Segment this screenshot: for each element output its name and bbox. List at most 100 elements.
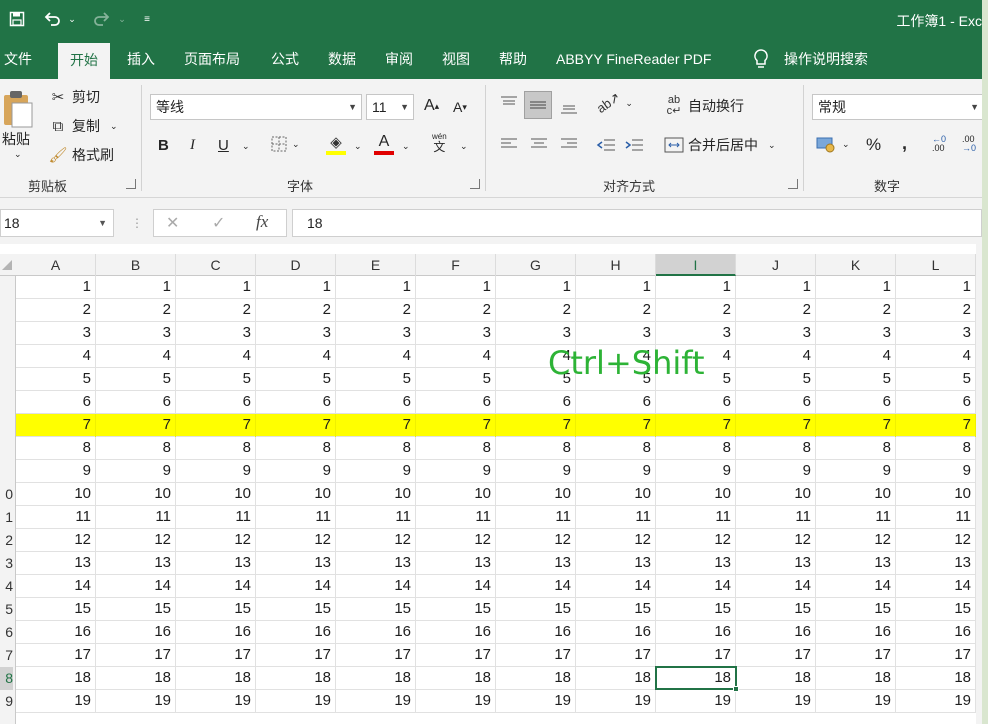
- cell-c[interactable]: 15: [176, 598, 256, 621]
- borders-button[interactable]: ⌄: [270, 135, 300, 153]
- cell-a[interactable]: 18: [16, 667, 96, 690]
- cell-k[interactable]: 15: [816, 598, 896, 621]
- cell-c[interactable]: 13: [176, 552, 256, 575]
- column-header-l[interactable]: L: [896, 254, 976, 276]
- cell-f[interactable]: 18: [416, 667, 496, 690]
- cell-k[interactable]: 16: [816, 621, 896, 644]
- row-header[interactable]: 5: [0, 598, 13, 621]
- cell-h[interactable]: 1: [576, 276, 656, 299]
- save-icon[interactable]: [6, 8, 28, 30]
- cell-e[interactable]: 9: [336, 460, 416, 483]
- row-header[interactable]: 2: [0, 529, 13, 552]
- cell-h[interactable]: 10: [576, 483, 656, 506]
- cell-j[interactable]: 17: [736, 644, 816, 667]
- cell-d[interactable]: 9: [256, 460, 336, 483]
- cell-b[interactable]: 15: [96, 598, 176, 621]
- cell-a[interactable]: 6: [16, 391, 96, 414]
- font-size-select[interactable]: 11 ▼: [366, 94, 414, 120]
- fill-handle[interactable]: [733, 686, 739, 692]
- cell-b[interactable]: 10: [96, 483, 176, 506]
- cell-c[interactable]: 2: [176, 299, 256, 322]
- cell-c[interactable]: 1: [176, 276, 256, 299]
- row-header[interactable]: 1: [0, 506, 13, 529]
- cell-k[interactable]: 6: [816, 391, 896, 414]
- cell-j[interactable]: 1: [736, 276, 816, 299]
- cell-k[interactable]: 1: [816, 276, 896, 299]
- cell-d[interactable]: 5: [256, 368, 336, 391]
- cell-f[interactable]: 6: [416, 391, 496, 414]
- font-launcher-icon[interactable]: [470, 179, 480, 189]
- align-center-button[interactable]: [530, 137, 548, 151]
- cell-f[interactable]: 7: [416, 414, 496, 437]
- cell-k[interactable]: 3: [816, 322, 896, 345]
- cell-j[interactable]: 16: [736, 621, 816, 644]
- cell-c[interactable]: 16: [176, 621, 256, 644]
- cell-e[interactable]: 1: [336, 276, 416, 299]
- cell-e[interactable]: 11: [336, 506, 416, 529]
- cell-h[interactable]: 3: [576, 322, 656, 345]
- cell-c[interactable]: 6: [176, 391, 256, 414]
- cell-j[interactable]: 8: [736, 437, 816, 460]
- row-header[interactable]: [0, 345, 13, 368]
- increase-indent-button[interactable]: [624, 137, 644, 153]
- cell-h[interactable]: 19: [576, 690, 656, 713]
- column-header-j[interactable]: J: [736, 254, 816, 276]
- row-header[interactable]: 7: [0, 644, 13, 667]
- alignment-launcher-icon[interactable]: [788, 179, 798, 189]
- cell-e[interactable]: 17: [336, 644, 416, 667]
- cell-j[interactable]: 14: [736, 575, 816, 598]
- formula-input[interactable]: 18: [292, 209, 982, 237]
- cell-l[interactable]: 7: [896, 414, 976, 437]
- cell-h[interactable]: 12: [576, 529, 656, 552]
- cell-i[interactable]: 2: [656, 299, 736, 322]
- cell-c[interactable]: 8: [176, 437, 256, 460]
- cell-h[interactable]: 16: [576, 621, 656, 644]
- cell-l[interactable]: 5: [896, 368, 976, 391]
- cell-a[interactable]: 2: [16, 299, 96, 322]
- cell-g[interactable]: 10: [496, 483, 576, 506]
- cell-d[interactable]: 3: [256, 322, 336, 345]
- cell-b[interactable]: 18: [96, 667, 176, 690]
- cell-l[interactable]: 12: [896, 529, 976, 552]
- cell-j[interactable]: 3: [736, 322, 816, 345]
- row-header[interactable]: 3: [0, 552, 13, 575]
- accounting-format-button[interactable]: ⌄: [816, 135, 850, 153]
- cell-b[interactable]: 3: [96, 322, 176, 345]
- cell-f[interactable]: 15: [416, 598, 496, 621]
- cell-k[interactable]: 12: [816, 529, 896, 552]
- cell-f[interactable]: 4: [416, 345, 496, 368]
- cell-f[interactable]: 13: [416, 552, 496, 575]
- cell-j[interactable]: 9: [736, 460, 816, 483]
- cell-f[interactable]: 5: [416, 368, 496, 391]
- cell-e[interactable]: 14: [336, 575, 416, 598]
- cell-k[interactable]: 4: [816, 345, 896, 368]
- cell-g[interactable]: 15: [496, 598, 576, 621]
- cell-c[interactable]: 17: [176, 644, 256, 667]
- cell-d[interactable]: 6: [256, 391, 336, 414]
- font-color-button[interactable]: A: [374, 133, 394, 155]
- cell-i[interactable]: 1: [656, 276, 736, 299]
- cell-j[interactable]: 19: [736, 690, 816, 713]
- cell-b[interactable]: 4: [96, 345, 176, 368]
- customize-toolbar-icon[interactable]: ≡: [140, 8, 154, 30]
- cell-k[interactable]: 8: [816, 437, 896, 460]
- cell-e[interactable]: 15: [336, 598, 416, 621]
- cell-h[interactable]: 17: [576, 644, 656, 667]
- underline-dropdown-icon[interactable]: ⌄: [242, 141, 250, 152]
- tab-file[interactable]: 文件: [4, 39, 32, 79]
- cell-h[interactable]: 7: [576, 414, 656, 437]
- cell-l[interactable]: 9: [896, 460, 976, 483]
- cell-l[interactable]: 2: [896, 299, 976, 322]
- tab-home[interactable]: 开始: [58, 43, 110, 79]
- cell-a[interactable]: 13: [16, 552, 96, 575]
- column-header-g[interactable]: G: [496, 254, 576, 276]
- cell-d[interactable]: 1: [256, 276, 336, 299]
- shrink-font-button[interactable]: A ▾: [453, 99, 467, 115]
- cell-g[interactable]: 9: [496, 460, 576, 483]
- cell-a[interactable]: 12: [16, 529, 96, 552]
- cell-c[interactable]: 11: [176, 506, 256, 529]
- row-header[interactable]: 8: [0, 667, 13, 690]
- cell-a[interactable]: 4: [16, 345, 96, 368]
- cell-d[interactable]: 19: [256, 690, 336, 713]
- cell-c[interactable]: 9: [176, 460, 256, 483]
